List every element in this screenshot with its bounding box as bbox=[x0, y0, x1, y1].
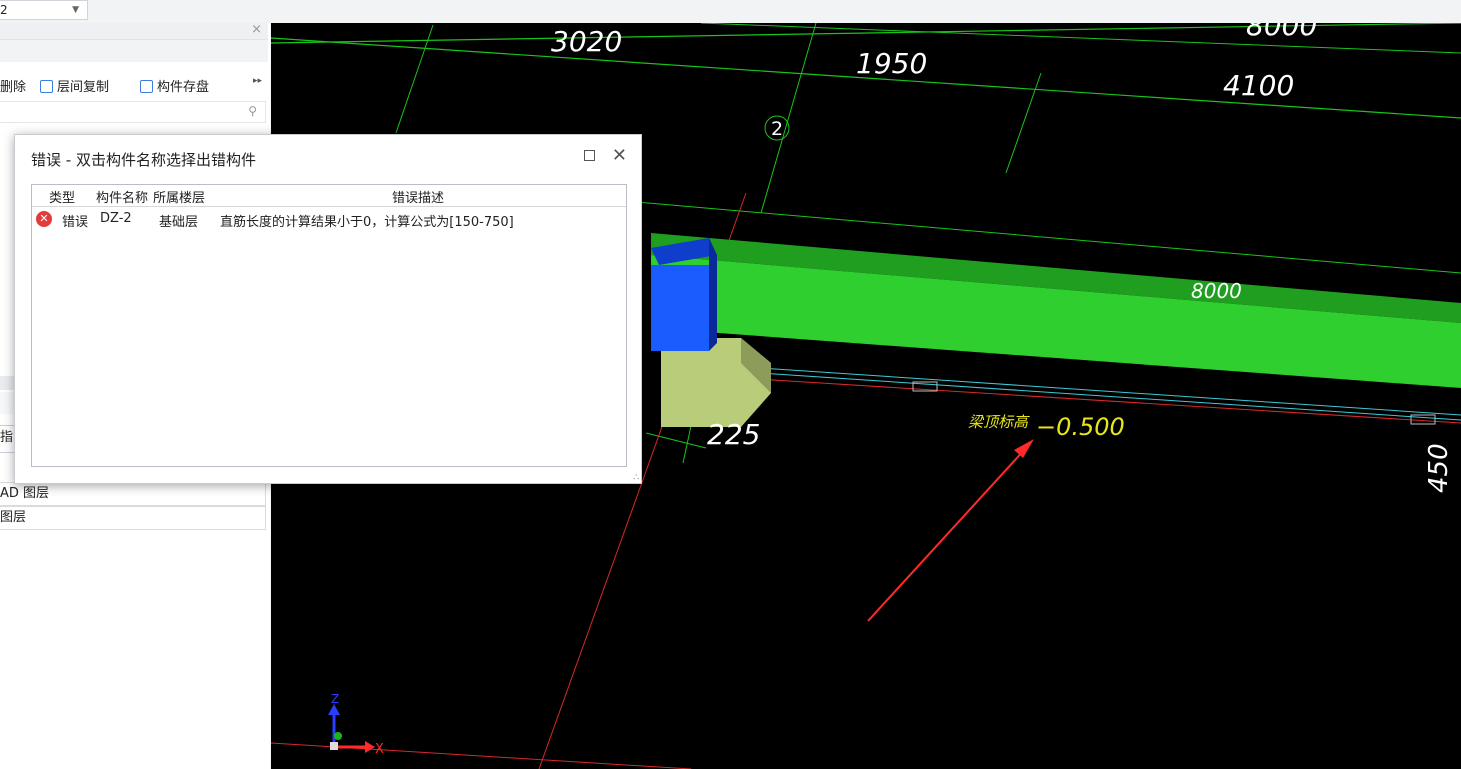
component-toolbar: 删除 层间复制 构件存盘 ▸▸ bbox=[0, 63, 268, 99]
column-header-description[interactable]: 错误描述 bbox=[392, 187, 444, 206]
grid-line bbox=[682, 425, 692, 464]
dimension-3020: 3020 bbox=[551, 25, 622, 58]
dimension-8000-beam: 8000 bbox=[1191, 279, 1242, 303]
copy-label: 层间复制 bbox=[57, 80, 110, 95]
dimension-8000-top: 8000 bbox=[1246, 23, 1317, 42]
x-axis-label: X bbox=[375, 742, 384, 757]
floor-select-value: 2 bbox=[0, 3, 8, 17]
error-dialog: 错误 - 双击构件名称选择出错构件 ✕ 类型 构件名称 所属楼层 错误描述 ✕ … bbox=[14, 134, 642, 484]
floor-select[interactable]: 2 ▼ bbox=[0, 0, 88, 20]
dialog-title: 错误 - 双击构件名称选择出错构件 bbox=[31, 151, 256, 169]
copy-between-floors-button[interactable]: 层间复制 bbox=[40, 76, 109, 95]
more-icon[interactable]: ▸▸ bbox=[253, 76, 262, 86]
dimension-225: 225 bbox=[707, 418, 760, 451]
cell-description: 直筋长度的计算结果小于0，计算公式为[150-750] bbox=[220, 215, 514, 230]
column-side-face bbox=[709, 238, 717, 351]
panel-band bbox=[0, 40, 268, 62]
copy-icon bbox=[40, 80, 53, 93]
dimension-1950: 1950 bbox=[856, 47, 927, 80]
y-axis-icon bbox=[334, 732, 342, 740]
error-icon: ✕ bbox=[36, 211, 52, 227]
beam-top-elevation-value: −0.500 bbox=[1036, 413, 1125, 441]
chevron-down-icon: ▼ bbox=[72, 5, 79, 15]
origin-icon bbox=[330, 742, 338, 750]
column-header-type[interactable]: 类型 bbox=[49, 187, 75, 206]
layer-label: AD 图层 bbox=[0, 486, 50, 501]
search-icon: ⚲ bbox=[248, 104, 257, 118]
hatch-mark bbox=[1410, 414, 1436, 425]
delete-button[interactable]: 删除 bbox=[0, 76, 26, 95]
x-axis-arrow bbox=[365, 741, 375, 753]
grid-line bbox=[760, 23, 817, 214]
cell-floor: 基础层 bbox=[159, 215, 199, 230]
maximize-icon[interactable] bbox=[584, 150, 595, 161]
arrow-head-icon bbox=[1014, 439, 1034, 458]
dimension-450: 450 bbox=[1424, 443, 1454, 493]
top-toolbar: 2 ▼ bbox=[0, 0, 1461, 23]
table-header: 类型 构件名称 所属楼层 错误描述 bbox=[32, 185, 626, 207]
table-row[interactable]: ✕ 错误 DZ-2 基础层 直筋长度的计算结果小于0，计算公式为[150-750… bbox=[32, 208, 626, 230]
z-axis-label: Z bbox=[331, 692, 339, 706]
close-icon[interactable]: × bbox=[251, 22, 262, 37]
column-front-face bbox=[651, 265, 709, 351]
layer-row[interactable]: 图层 bbox=[0, 506, 266, 530]
delete-label: 删除 bbox=[0, 80, 27, 95]
axis-bubble-label: 2 bbox=[771, 118, 783, 140]
cell-name[interactable]: DZ-2 bbox=[100, 211, 132, 226]
save-label: 构件存盘 bbox=[157, 80, 210, 95]
side-tab-label: 指 bbox=[0, 430, 14, 445]
cell-type: 错误 bbox=[62, 215, 89, 230]
search-input[interactable]: ⚲ bbox=[0, 101, 266, 123]
save-icon bbox=[140, 80, 153, 93]
resize-grip-icon[interactable]: ∴ bbox=[633, 474, 639, 483]
annotation-arrow bbox=[867, 447, 1027, 622]
error-table: 类型 构件名称 所属楼层 错误描述 ✕ 错误 DZ-2 基础层 直筋长度的计算结… bbox=[31, 184, 627, 467]
layer-label: 图层 bbox=[0, 510, 27, 525]
dimension-4100: 4100 bbox=[1223, 69, 1294, 102]
layer-row-cad[interactable]: AD 图层 bbox=[0, 482, 266, 506]
save-component-button[interactable]: 构件存盘 bbox=[140, 76, 209, 95]
close-icon[interactable]: ✕ bbox=[612, 145, 627, 166]
column-header-floor[interactable]: 所属楼层 bbox=[153, 187, 205, 206]
panel-header: × bbox=[0, 22, 268, 40]
beam-top-elevation-label: 梁顶标高 bbox=[968, 413, 1030, 431]
column-header-name[interactable]: 构件名称 bbox=[96, 187, 148, 206]
